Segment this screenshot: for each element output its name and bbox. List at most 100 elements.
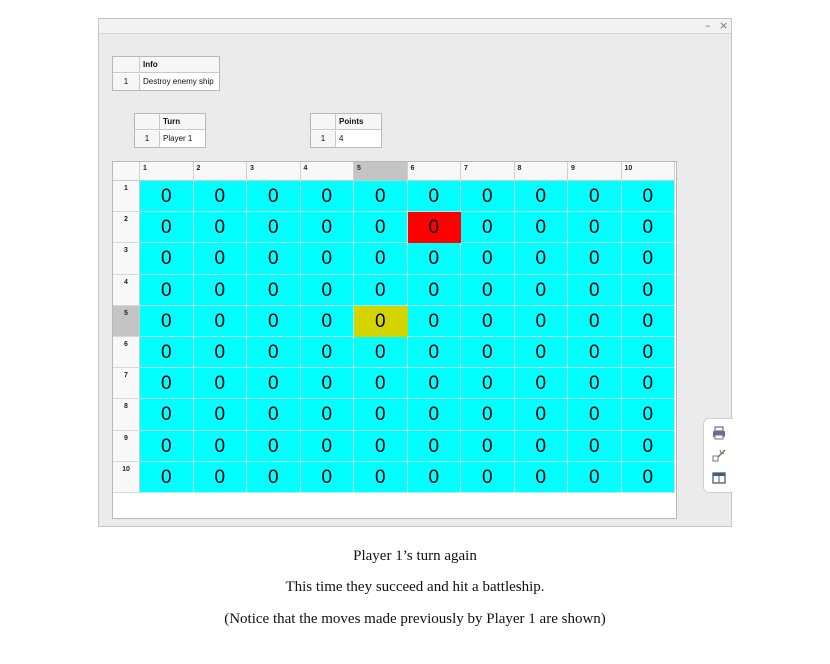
column-header-2[interactable]: 2 xyxy=(193,162,247,181)
info-table-row-index[interactable]: 1 xyxy=(113,74,140,90)
row-header-6[interactable]: 6 xyxy=(113,337,140,369)
points-table-header[interactable]: Points xyxy=(336,114,381,130)
board-cell[interactable]: 0 xyxy=(514,430,568,462)
board-cell[interactable]: 0 xyxy=(354,181,408,213)
row-header-4[interactable]: 4 xyxy=(113,274,140,306)
board-cell[interactable]: 0 xyxy=(140,461,194,493)
board-cell[interactable]: 0 xyxy=(354,337,408,369)
board-cell[interactable]: 0 xyxy=(514,368,568,400)
board-cell[interactable]: 0 xyxy=(568,368,622,400)
board-cell[interactable]: 0 xyxy=(247,368,301,400)
column-header-7[interactable]: 7 xyxy=(461,162,515,181)
board-cell[interactable]: 0 xyxy=(514,181,568,213)
board-cell[interactable]: 0 xyxy=(407,337,461,369)
board-cell[interactable]: 0 xyxy=(514,274,568,306)
board-cell[interactable]: 0 xyxy=(140,368,194,400)
column-header-8[interactable]: 8 xyxy=(514,162,568,181)
close-button[interactable]: × xyxy=(719,19,728,32)
info-table-value[interactable]: Destroy enemy ship xyxy=(140,74,219,90)
panel-icon[interactable] xyxy=(712,471,726,485)
board-cell[interactable]: 0 xyxy=(354,368,408,400)
board-cell[interactable]: 0 xyxy=(193,368,247,400)
board-cell[interactable]: 0 xyxy=(514,243,568,275)
board-cell[interactable]: 0 xyxy=(514,337,568,369)
board-cell[interactable]: 0 xyxy=(514,461,568,493)
board-cell[interactable]: 0 xyxy=(300,274,354,306)
turn-table-row-index[interactable]: 1 xyxy=(135,131,160,147)
board-cell[interactable]: 0 xyxy=(300,305,354,337)
board-cell[interactable]: 0 xyxy=(514,399,568,431)
board-cell[interactable]: 0 xyxy=(621,274,675,306)
points-table-row-index[interactable]: 1 xyxy=(311,131,336,147)
turn-table-value[interactable]: Player 1 xyxy=(160,131,208,147)
board-cell[interactable]: 0 xyxy=(193,212,247,244)
board-cell[interactable]: 0 xyxy=(193,305,247,337)
board-cell[interactable]: 0 xyxy=(568,212,622,244)
board-cell[interactable]: 0 xyxy=(300,430,354,462)
board-cell[interactable]: 0 xyxy=(568,461,622,493)
board-cell[interactable]: 0 xyxy=(300,399,354,431)
board-cell[interactable]: 0 xyxy=(621,181,675,213)
row-header-1[interactable]: 1 xyxy=(113,181,140,213)
board-cell[interactable]: 0 xyxy=(621,461,675,493)
info-table-header[interactable]: Info xyxy=(140,57,219,73)
points-table-value[interactable]: 4 xyxy=(336,131,384,147)
row-header-10[interactable]: 10 xyxy=(113,461,140,493)
board-cell[interactable]: 0 xyxy=(193,461,247,493)
board-cell[interactable]: 0 xyxy=(514,212,568,244)
board-cell[interactable]: 0 xyxy=(461,212,515,244)
board-cell[interactable]: 0 xyxy=(407,181,461,213)
board-cell[interactable]: 0 xyxy=(621,368,675,400)
column-header-3[interactable]: 3 xyxy=(247,162,301,181)
board-cell[interactable]: 0 xyxy=(621,399,675,431)
row-header-7[interactable]: 7 xyxy=(113,368,140,400)
minimize-button[interactable]: – xyxy=(705,19,711,32)
row-header-2[interactable]: 2 xyxy=(113,212,140,244)
board-cell[interactable]: 0 xyxy=(193,243,247,275)
board-cell-hit[interactable]: 0 xyxy=(354,305,408,337)
board-cell[interactable]: 0 xyxy=(568,274,622,306)
board-cell[interactable]: 0 xyxy=(568,337,622,369)
board-cell[interactable]: 0 xyxy=(300,243,354,275)
board-cell[interactable]: 0 xyxy=(568,399,622,431)
board-cell[interactable]: 0 xyxy=(247,181,301,213)
board-cell[interactable]: 0 xyxy=(407,461,461,493)
turn-table-header[interactable]: Turn xyxy=(160,114,205,130)
board-cell[interactable]: 0 xyxy=(140,243,194,275)
board-cell[interactable]: 0 xyxy=(407,368,461,400)
board-cell[interactable]: 0 xyxy=(461,430,515,462)
board-cell[interactable]: 0 xyxy=(193,399,247,431)
board-cell[interactable]: 0 xyxy=(193,181,247,213)
board-cell[interactable]: 0 xyxy=(247,461,301,493)
board-cell[interactable]: 0 xyxy=(514,305,568,337)
board-cell[interactable]: 0 xyxy=(568,243,622,275)
row-header-8[interactable]: 8 xyxy=(113,399,140,431)
column-header-5[interactable]: 5 xyxy=(354,162,408,181)
board-cell[interactable]: 0 xyxy=(140,212,194,244)
board-cell[interactable]: 0 xyxy=(407,399,461,431)
print-icon[interactable] xyxy=(712,426,726,440)
board-cell[interactable]: 0 xyxy=(354,461,408,493)
board-cell[interactable]: 0 xyxy=(140,181,194,213)
board-cell[interactable]: 0 xyxy=(461,399,515,431)
board-cell[interactable]: 0 xyxy=(354,274,408,306)
board-cell[interactable]: 0 xyxy=(354,212,408,244)
board-cell[interactable]: 0 xyxy=(407,274,461,306)
board-cell[interactable]: 0 xyxy=(568,305,622,337)
row-header-9[interactable]: 9 xyxy=(113,430,140,462)
board-cell[interactable]: 0 xyxy=(568,430,622,462)
board-cell[interactable]: 0 xyxy=(247,337,301,369)
board-cell[interactable]: 0 xyxy=(621,243,675,275)
board-cell[interactable]: 0 xyxy=(247,243,301,275)
board-cell[interactable]: 0 xyxy=(300,212,354,244)
board-cell[interactable]: 0 xyxy=(354,399,408,431)
board-cell[interactable]: 0 xyxy=(621,305,675,337)
board-cell[interactable]: 0 xyxy=(354,243,408,275)
row-header-3[interactable]: 3 xyxy=(113,243,140,275)
board-cell[interactable]: 0 xyxy=(407,243,461,275)
board-cell[interactable]: 0 xyxy=(621,430,675,462)
board-cell[interactable]: 0 xyxy=(140,337,194,369)
board-cell[interactable]: 0 xyxy=(461,305,515,337)
board-cell[interactable]: 0 xyxy=(193,430,247,462)
board-cell[interactable]: 0 xyxy=(621,337,675,369)
